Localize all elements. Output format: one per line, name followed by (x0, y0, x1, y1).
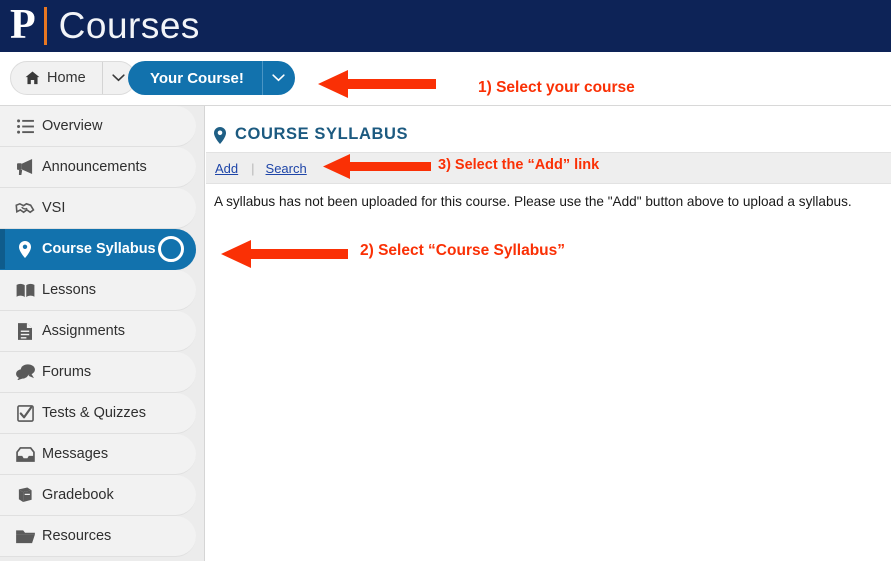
sidebar-item-label: Messages (42, 446, 109, 462)
sidebar-item-label: Announcements (42, 159, 147, 175)
sidebar-active-indicator-icon (158, 236, 184, 262)
sidebar-item-resources[interactable]: Resources (0, 516, 196, 557)
inbox-icon (8, 446, 42, 462)
sidebar-list: Overview Announcements VSI Course Syllabus L… (0, 106, 204, 557)
annotation-arrow-step3 (323, 154, 431, 179)
sidebar-item-label: VSI (42, 200, 66, 216)
sidebar: Overview Announcements VSI Course Syllabus L… (0, 106, 205, 561)
annotation-arrow-step1 (318, 70, 436, 98)
sidebar-item-label: Lessons (42, 282, 97, 298)
sidebar-item-label: Tests & Quizzes (42, 405, 146, 421)
map-pin-icon (214, 126, 226, 144)
home-icon (25, 71, 40, 85)
open-book-icon (8, 283, 42, 298)
annotation-text-step1: 1) Select your course (478, 79, 635, 96)
sidebar-item-vsi[interactable]: VSI (0, 188, 196, 229)
folder-icon (8, 529, 42, 544)
megaphone-icon (8, 159, 42, 175)
site-navbar: Home Your Course! (0, 52, 891, 106)
page-title-text: COURSE SYLLABUS (235, 124, 409, 143)
document-icon (8, 322, 42, 340)
masthead: P Courses (0, 0, 891, 52)
add-link[interactable]: Add (215, 161, 238, 176)
sidebar-item-overview[interactable]: Overview (0, 106, 196, 147)
course-selector-label: Your Course! (150, 69, 244, 87)
toolbar-separator: | (251, 160, 255, 176)
list-icon (8, 118, 42, 134)
logo-wordmark: Courses (58, 5, 200, 46)
course-selector-button[interactable]: Your Course! (128, 61, 295, 95)
chevron-down-icon (112, 74, 125, 82)
home-button-main[interactable]: Home (11, 62, 102, 94)
sidebar-item-label: Course Syllabus (42, 241, 156, 257)
sidebar-item-assignments[interactable]: Assignments (0, 311, 196, 352)
sidebar-item-messages[interactable]: Messages (0, 434, 196, 475)
page-title: COURSE SYLLABUS (206, 106, 891, 148)
sidebar-item-label: Gradebook (42, 487, 114, 503)
page-root: P Courses Home Your Course! Overview Ann… (0, 0, 891, 561)
sidebar-item-label: Forums (42, 364, 92, 380)
sidebar-item-course-syllabus[interactable]: Course Syllabus (0, 229, 196, 270)
sidebar-item-lessons[interactable]: Lessons (0, 270, 196, 311)
chat-bubbles-icon (8, 364, 42, 380)
annotation-text-step3: 3) Select the “Add” link (438, 157, 600, 173)
sidebar-item-label: Assignments (42, 323, 126, 339)
gradebook-icon (8, 487, 42, 503)
sidebar-item-tests-quizzes[interactable]: Tests & Quizzes (0, 393, 196, 434)
sidebar-item-label: Overview (42, 118, 103, 134)
chevron-down-icon (272, 74, 286, 82)
empty-state-message: A syllabus has not been uploaded for thi… (214, 194, 852, 209)
sidebar-item-announcements[interactable]: Announcements (0, 147, 196, 188)
sidebar-item-gradebook[interactable]: Gradebook (0, 475, 196, 516)
sidebar-item-forums[interactable]: Forums (0, 352, 196, 393)
logo-letter: P (10, 2, 36, 48)
handshake-icon (8, 201, 42, 216)
map-pin-icon (8, 240, 42, 258)
home-button-label: Home (47, 70, 86, 86)
checkbox-icon (8, 404, 42, 422)
main-content: COURSE SYLLABUS Add | Search A syllabus … (206, 106, 891, 561)
course-selector-label-wrap[interactable]: Your Course! (128, 61, 262, 95)
sidebar-item-label: Resources (42, 528, 112, 544)
search-link[interactable]: Search (266, 161, 307, 176)
site-logo[interactable]: P Courses (10, 0, 200, 52)
course-dropdown-toggle[interactable] (261, 61, 295, 95)
home-button[interactable]: Home (10, 61, 136, 95)
annotation-arrow-step2 (221, 240, 348, 268)
logo-accent-bar (43, 7, 47, 45)
annotation-text-step2: 2) Select “Course Syllabus” (360, 242, 566, 259)
